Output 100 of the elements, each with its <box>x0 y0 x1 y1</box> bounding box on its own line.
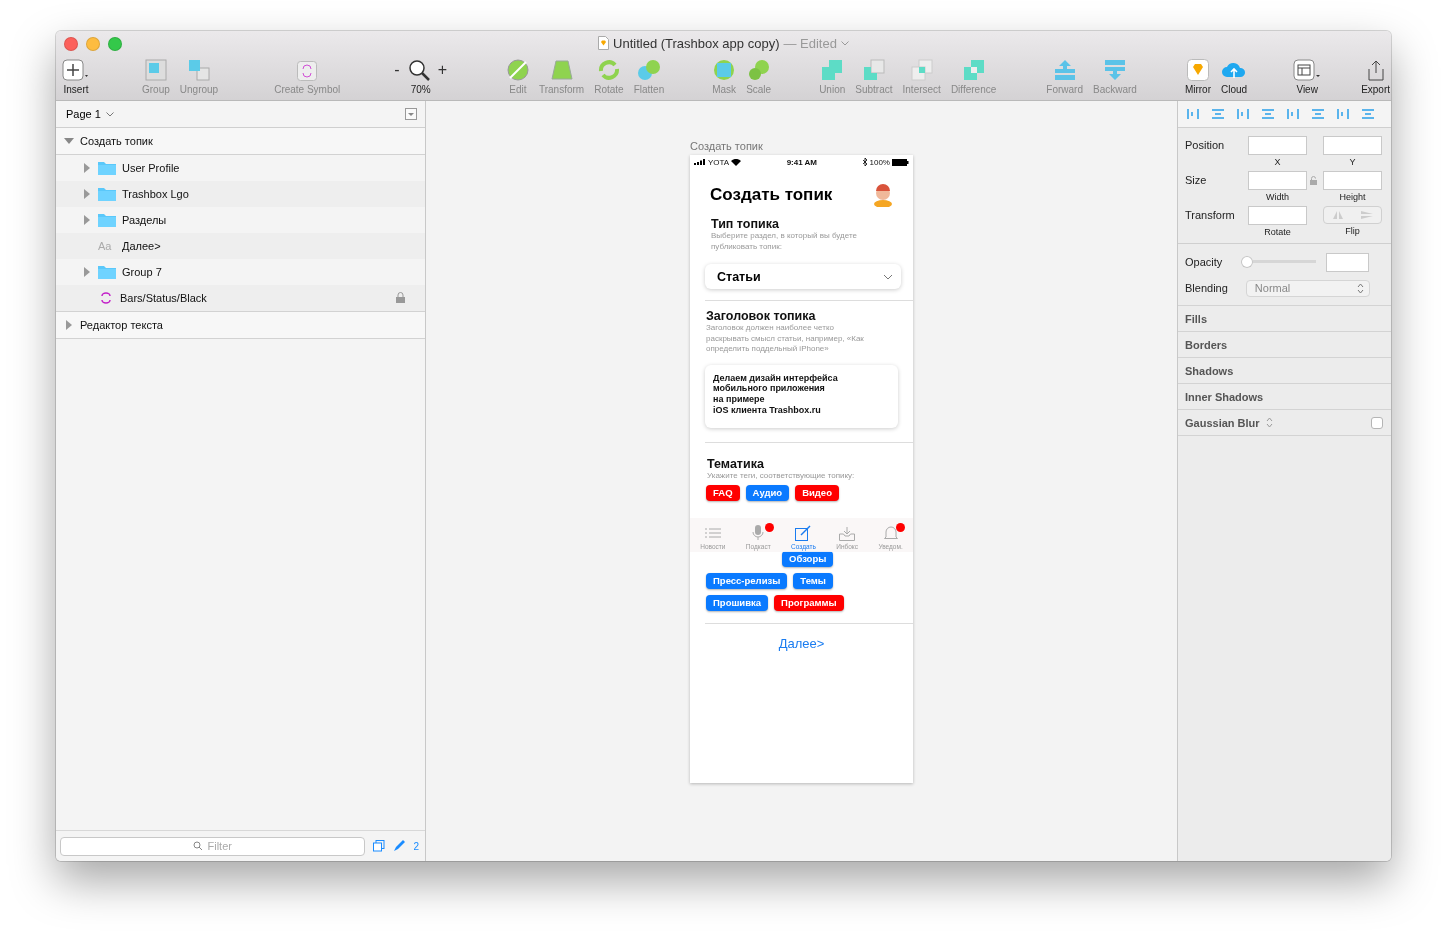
edited-status[interactable]: — Edited <box>783 35 837 51</box>
checkbox[interactable] <box>1371 416 1383 429</box>
align-icon[interactable] <box>1336 108 1350 120</box>
toolbar-label[interactable]: Union <box>819 84 846 95</box>
section-header[interactable]: Borders <box>1185 338 1228 351</box>
align-icon[interactable] <box>1311 108 1325 120</box>
disclosure-right-icon[interactable] <box>82 163 92 173</box>
section-header[interactable]: Inner Shadows <box>1185 390 1264 403</box>
title-field[interactable]: Делаем дизайн интерфейса мобильного приложения на примере iOS клиента Trashbox.ru <box>705 364 898 428</box>
layer-row[interactable]: Aa Далее> <box>56 233 425 259</box>
chevron-down-icon[interactable] <box>840 40 849 46</box>
zoom-in-button[interactable]: + <box>437 61 447 79</box>
avatar-icon[interactable] <box>873 183 893 207</box>
tag[interactable]: Пресс-релизы <box>706 573 788 590</box>
page-selector[interactable]: Page 1 <box>66 108 101 120</box>
disclosure-right-icon[interactable] <box>82 267 92 277</box>
rotate-field[interactable] <box>1248 206 1307 225</box>
disclosure-right-icon[interactable] <box>64 320 74 330</box>
tag[interactable]: Аудио <box>745 485 790 502</box>
mask-icon <box>713 59 736 81</box>
union-icon <box>821 59 844 81</box>
search-icon[interactable] <box>407 59 430 81</box>
height-field[interactable] <box>1323 171 1382 190</box>
toolbar-label[interactable]: Ungroup <box>179 84 219 95</box>
tag[interactable]: Темы <box>793 573 833 590</box>
align-icon[interactable] <box>1286 108 1300 120</box>
toolbar-label[interactable]: Forward <box>1046 84 1083 95</box>
section-header[interactable]: Fills <box>1185 312 1207 325</box>
toolbar-label[interactable]: Group <box>142 84 170 95</box>
layer-row[interactable]: Bars/Status/Black <box>56 285 425 311</box>
filter-field[interactable]: Filter <box>60 836 366 856</box>
window-title: Untitled (Trashbox app copy) <box>613 35 780 51</box>
blending-select[interactable]: Normal <box>1245 279 1370 297</box>
align-icon[interactable] <box>1186 108 1200 120</box>
artboard-label[interactable]: Создать топик <box>690 140 913 152</box>
disclosure-right-icon[interactable] <box>82 215 92 225</box>
slider-thumb[interactable] <box>1241 256 1254 268</box>
screen-title: Создать топик <box>710 185 833 205</box>
document-icon <box>598 36 610 50</box>
zoom-button[interactable] <box>108 37 122 51</box>
tag[interactable]: Видео <box>795 485 839 502</box>
minimize-button[interactable] <box>86 37 100 51</box>
copy-icon[interactable] <box>373 840 386 852</box>
y-field[interactable] <box>1323 136 1382 155</box>
lock-icon[interactable] <box>1310 176 1317 185</box>
section-header[interactable]: Shadows <box>1185 364 1234 377</box>
rotate-icon <box>596 59 621 81</box>
width-field[interactable] <box>1248 171 1307 190</box>
section-select[interactable]: Статьи <box>705 264 901 289</box>
next-link[interactable]: Далее> <box>690 636 913 652</box>
toolbar-label[interactable]: Mirror <box>1184 84 1211 95</box>
toolbar-label[interactable]: Rotate <box>594 84 624 95</box>
collapse-icon[interactable] <box>405 108 417 120</box>
align-icon[interactable] <box>1361 108 1375 120</box>
toolbar-label[interactable]: Cloud <box>1221 84 1248 95</box>
battery-icon <box>892 158 909 166</box>
section-header[interactable]: Gaussian Blur <box>1185 416 1260 429</box>
flip-control[interactable] <box>1323 206 1382 224</box>
property-label: Blending <box>1185 282 1228 294</box>
tag[interactable]: Программы <box>774 595 844 612</box>
difference-icon <box>962 59 985 81</box>
bluetooth-icon <box>862 158 868 166</box>
microphone-icon <box>752 525 765 541</box>
toolbar-label[interactable]: Mask <box>712 84 737 95</box>
toolbar-label[interactable]: Scale <box>746 84 772 95</box>
toolbar-label[interactable]: Backward <box>1093 84 1137 95</box>
property-label: Transform <box>1185 208 1236 221</box>
chevron-down-icon[interactable] <box>105 111 114 117</box>
layer-row[interactable]: Trashbox Lgo <box>56 181 425 207</box>
field-caption: Y <box>1348 157 1357 167</box>
field-caption: Flip <box>1344 226 1361 236</box>
opacity-field[interactable] <box>1326 252 1370 272</box>
toolbar-label[interactable]: Subtract <box>855 84 893 95</box>
toolbar-label[interactable]: Insert <box>63 84 89 95</box>
toolbar-label[interactable]: Difference <box>950 84 997 95</box>
toolbar-label[interactable]: Export <box>1361 84 1391 95</box>
toolbar-label[interactable]: View <box>1296 84 1318 95</box>
section-heading: Заголовок топика <box>706 309 817 323</box>
list-icon <box>704 527 721 541</box>
folder-icon <box>98 187 116 201</box>
disclosure-down-icon[interactable] <box>64 136 74 146</box>
folder-icon <box>98 161 116 175</box>
toolbar-label[interactable]: Edit <box>509 84 527 95</box>
toolbar-label[interactable]: Transform <box>538 84 585 95</box>
align-icon[interactable] <box>1261 108 1275 120</box>
pencil-icon[interactable] <box>393 840 406 852</box>
toolbar-label[interactable]: Flatten <box>633 84 665 95</box>
disclosure-right-icon[interactable] <box>82 189 92 199</box>
close-button[interactable] <box>64 37 78 51</box>
align-icon[interactable] <box>1211 108 1225 120</box>
toolbar-label[interactable]: Create Symbol <box>274 84 341 95</box>
tag[interactable]: FAQ <box>706 485 740 502</box>
zoom-level[interactable]: 70% <box>410 84 431 95</box>
x-field[interactable] <box>1248 136 1307 155</box>
align-icon[interactable] <box>1236 108 1250 120</box>
zoom-out-button[interactable]: - <box>394 61 400 79</box>
property-label: Opacity <box>1185 256 1223 268</box>
toolbar-label[interactable]: Intersect <box>902 84 941 95</box>
tag[interactable]: Прошивка <box>706 595 769 612</box>
wifi-icon <box>731 158 742 166</box>
